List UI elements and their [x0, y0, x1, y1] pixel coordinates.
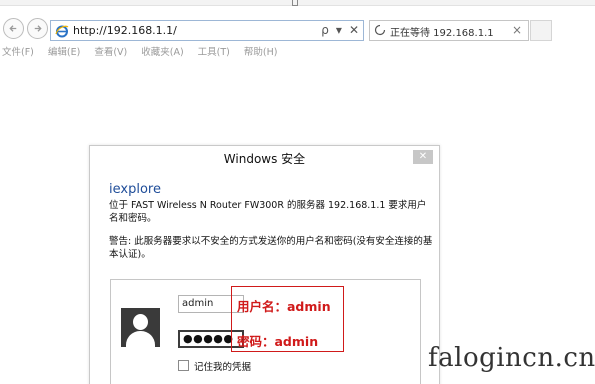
address-bar[interactable]: http://192.168.1.1/ ρ ▾ ✕: [50, 20, 364, 41]
tab-title: 正在等待 192.168.1.1: [390, 28, 494, 39]
search-icon[interactable]: ρ: [321, 23, 329, 38]
dropdown-icon[interactable]: ▾: [336, 23, 342, 38]
back-arrow-icon: [9, 25, 17, 32]
window-edge-marker: [292, 0, 298, 6]
menu-help[interactable]: 帮助(H): [244, 44, 278, 60]
remember-credentials-label[interactable]: 记住我的凭据: [194, 359, 251, 373]
menu-edit[interactable]: 编辑(E): [48, 44, 80, 60]
user-avatar-icon: [121, 308, 160, 347]
forward-arrow-icon: [34, 25, 42, 32]
browser-tab[interactable]: 正在等待 192.168.1.1 ×: [369, 20, 529, 41]
address-url: http://192.168.1.1/: [73, 24, 177, 37]
site-watermark: falogincn.cn: [428, 343, 595, 373]
dialog-title: Windows 安全: [223, 152, 306, 166]
tab-close-icon[interactable]: ×: [512, 23, 522, 37]
menu-file[interactable]: 文件(F): [2, 44, 34, 60]
dialog-close-button[interactable]: ✕: [413, 150, 433, 164]
avatar-body: [126, 331, 155, 347]
back-button[interactable]: [3, 18, 24, 39]
ie-page-icon: [55, 25, 69, 38]
stop-icon[interactable]: ✕: [349, 23, 359, 38]
new-tab-button[interactable]: [530, 20, 552, 41]
loading-spinner-icon: [374, 24, 386, 36]
annotation-username: 用户名：admin: [237, 299, 331, 314]
annotation-password: 密码：admin: [237, 334, 319, 349]
remember-credentials-checkbox[interactable]: [178, 360, 189, 371]
window-top-edge: [0, 0, 595, 6]
credential-annotation-box: 用户名：admin 密码：admin: [231, 286, 344, 352]
forward-button[interactable]: [27, 18, 48, 39]
menu-favorites[interactable]: 收藏夹(A): [141, 44, 183, 60]
requesting-app-name: iexplore: [109, 182, 161, 197]
security-warning: 警告: 此服务器要求以不安全的方式发送你的用户名和密码(没有安全连接的基本认证)…: [109, 236, 433, 260]
menu-bar: 文件(F) 编辑(E) 查看(V) 收藏夹(A) 工具(T) 帮助(H): [0, 44, 595, 60]
menu-view[interactable]: 查看(V): [94, 44, 127, 60]
auth-description: 位于 FAST Wireless N Router FW300R 的服务器 19…: [109, 200, 427, 224]
browser-toolbar: http://192.168.1.1/ ρ ▾ ✕ 正在等待 192.168.1…: [0, 0, 595, 44]
menu-tools[interactable]: 工具(T): [198, 44, 230, 60]
avatar-head: [133, 314, 148, 330]
